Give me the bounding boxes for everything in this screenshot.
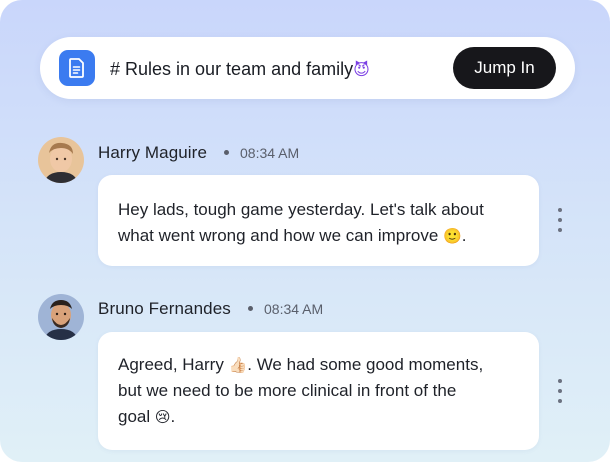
- message-line-text: Agreed, Harry: [118, 355, 224, 374]
- channel-title-text: # Rules in our team and family: [110, 59, 354, 79]
- jump-in-button[interactable]: Jump In: [453, 47, 556, 89]
- message-line-tail: .: [170, 407, 176, 426]
- message-bubble: Agreed, Harry 👍🏻. We had some good momen…: [98, 332, 539, 450]
- chat-card: # Rules in our team and family😈 Jump In …: [0, 0, 610, 462]
- author-name: Bruno Fernandes: [98, 299, 231, 318]
- message-line: Agreed, Harry 👍🏻. We had some good momen…: [118, 352, 483, 378]
- channel-bar: # Rules in our team and family😈 Jump In: [40, 37, 575, 99]
- message-line-text: . We had some good moments,: [247, 355, 484, 374]
- message-line-text: goal: [118, 407, 151, 426]
- message-line: goal 😢.: [118, 404, 483, 430]
- message-bubble: Hey lads, tough game yesterday. Let's ta…: [98, 175, 539, 266]
- message-text: Agreed, Harry 👍🏻. We had some good momen…: [118, 352, 483, 430]
- document-icon: [59, 50, 95, 86]
- author-name: Harry Maguire: [98, 143, 207, 162]
- message-line-tail: .: [461, 226, 467, 245]
- more-options-icon[interactable]: [557, 208, 563, 232]
- timestamp: 08:34 AM: [240, 145, 300, 161]
- sad-emoji-icon: 😢: [154, 408, 171, 426]
- message-line: what went wrong and how we can improve 🙂…: [118, 223, 484, 249]
- avatar-harry[interactable]: [38, 137, 84, 183]
- devil-emoji-icon: 😈: [353, 60, 370, 79]
- message-line: but we need to be more clinical in front…: [118, 381, 457, 400]
- message-line-text: what went wrong and how we can improve: [118, 226, 439, 245]
- dot-separator: [224, 150, 229, 155]
- smile-emoji-icon: 🙂: [443, 227, 462, 245]
- avatar-bruno[interactable]: [38, 294, 84, 340]
- thumbs-up-emoji-icon: 👍🏻: [228, 356, 248, 374]
- timestamp: 08:34 AM: [264, 301, 324, 317]
- dot-separator: [248, 306, 253, 311]
- more-options-icon[interactable]: [557, 379, 563, 403]
- channel-title: # Rules in our team and family😈: [110, 56, 370, 82]
- message-text: Hey lads, tough game yesterday. Let's ta…: [118, 197, 484, 249]
- message-line: Hey lads, tough game yesterday. Let's ta…: [118, 200, 484, 219]
